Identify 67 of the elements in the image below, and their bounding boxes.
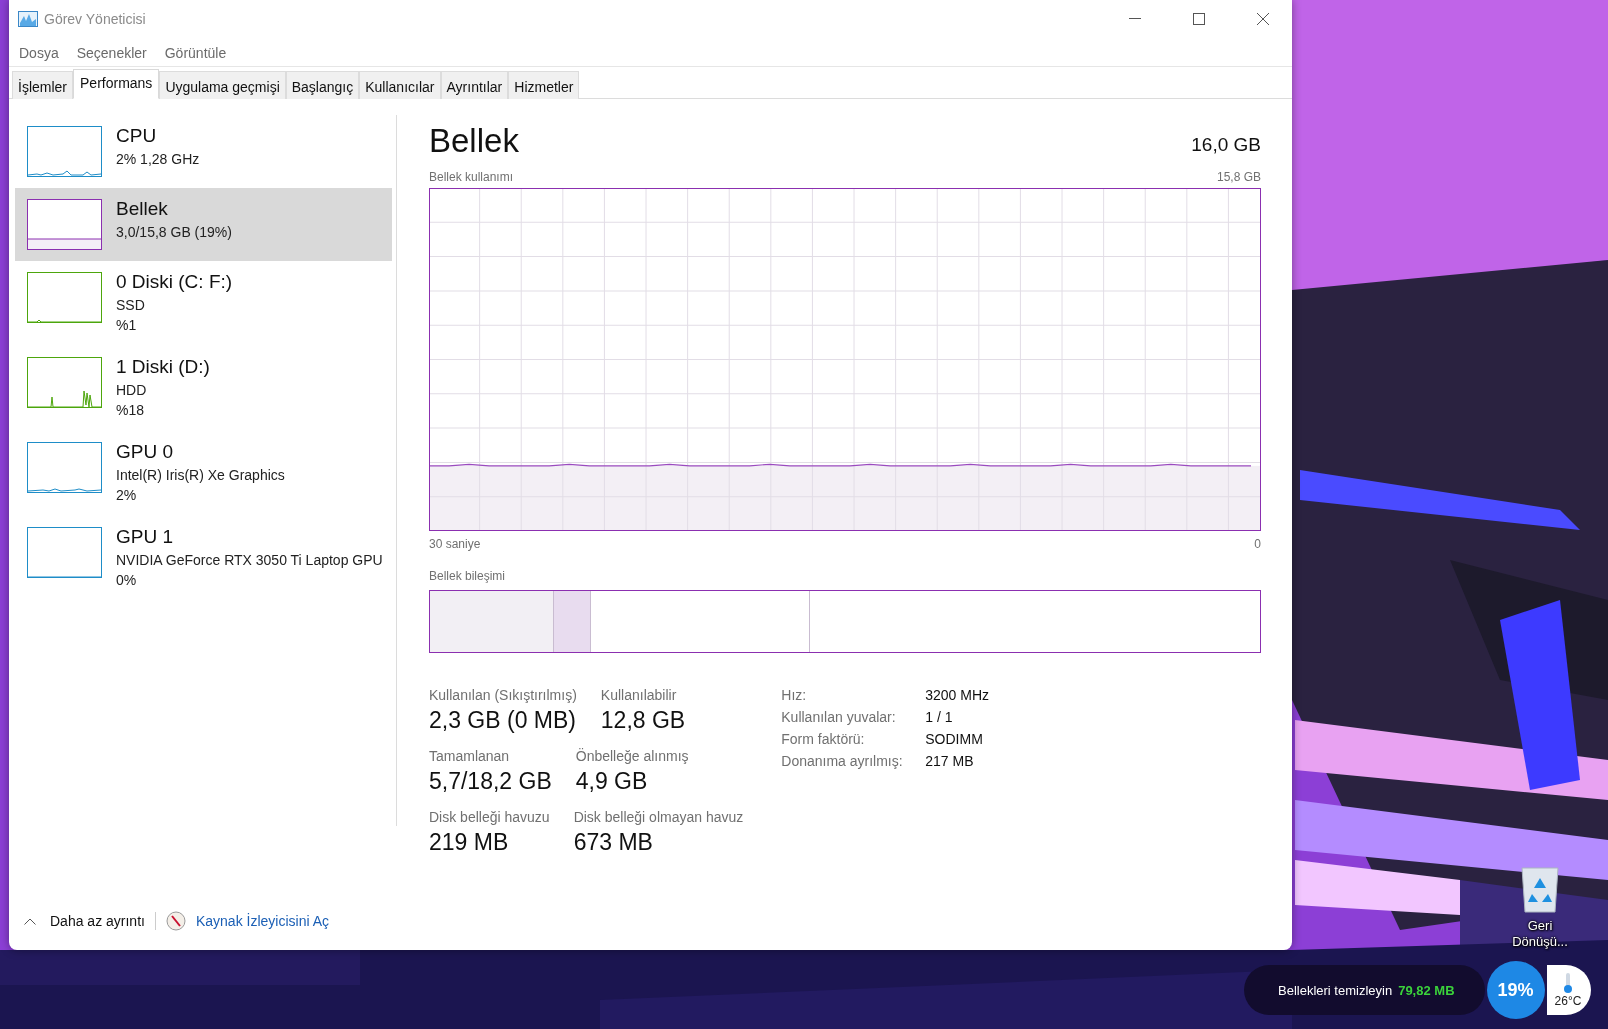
- resource-detail: SSD: [116, 296, 146, 315]
- resource-item[interactable]: GPU 1 NVIDIA GeForce RTX 3050 Ti Laptop GPU 0%: [15, 516, 392, 601]
- stat-value: 12,8 GB: [600, 707, 686, 734]
- resource-detail: HDD: [116, 381, 148, 400]
- total-memory: 16,0 GB: [1191, 134, 1261, 157]
- tab[interactable]: Kullanıcılar: [359, 71, 441, 99]
- resource-name: 0 Diski (C: F:): [116, 270, 233, 294]
- resource-name: Bellek: [116, 197, 169, 221]
- menu-item[interactable]: Görüntüle: [164, 45, 227, 61]
- stat-value: 2,3 GB (0 MB): [429, 707, 577, 734]
- axis-start-label: 30 saniye: [429, 537, 481, 551]
- resource-item[interactable]: Bellek 3,0/15,8 GB (19%): [15, 188, 392, 261]
- resource-detail: 3,0/15,8 GB (19%): [116, 223, 232, 242]
- detail-value: 3200 MHz: [925, 687, 990, 703]
- stat-label: Tamamlanan: [429, 748, 511, 764]
- detail-value: 217 MB: [925, 753, 975, 769]
- stat-value: 4,9 GB: [575, 768, 649, 795]
- resource-name: 1 Diski (D:): [116, 355, 210, 379]
- resource-detail: 2%: [116, 486, 138, 505]
- window-title: Görev Yöneticisi: [44, 11, 147, 27]
- detail-label: Kullanılan yuvalar:: [781, 709, 897, 725]
- stat-value: 219 MB: [429, 829, 510, 856]
- stat-value: 673 MB: [573, 829, 654, 856]
- resource-name: CPU: [116, 124, 158, 148]
- menu-item[interactable]: Dosya: [19, 45, 59, 61]
- resource-detail: %18: [116, 401, 146, 420]
- resource-item[interactable]: GPU 0 Intel(R) Iris(R) Xe Graphics 2%: [15, 431, 392, 516]
- axis-end-label: 0: [1254, 537, 1261, 551]
- caret-up-icon: [24, 917, 36, 925]
- chart-max-label: 15,8 GB: [1216, 170, 1261, 184]
- detail-label: Form faktörü:: [781, 731, 866, 747]
- detail-label: Hız:: [781, 687, 808, 703]
- stat-label: Disk belleği havuzu: [429, 809, 550, 825]
- tab[interactable]: Hizmetler: [508, 71, 580, 99]
- stat-label: Kullanılabilir: [600, 687, 678, 703]
- tab[interactable]: Uygulama geçmişi: [159, 71, 286, 99]
- detail-value: 1 / 1: [925, 709, 954, 725]
- resource-item[interactable]: CPU 2% 1,28 GHz: [15, 115, 392, 188]
- resource-item[interactable]: 0 Diski (C: F:) SSD %1: [15, 261, 392, 346]
- resource-detail: 0%: [116, 571, 138, 590]
- tab[interactable]: Performans: [73, 69, 160, 99]
- stat-value: 5,7/18,2 GB: [429, 768, 552, 795]
- resource-item[interactable]: 1 Diski (D:) HDD %18: [15, 346, 392, 431]
- resource-monitor-link[interactable]: Kaynak İzleyicisini Aç: [195, 913, 329, 929]
- close-icon: [1257, 13, 1269, 25]
- composition-label: Bellek bileşimi: [429, 569, 507, 583]
- resource-detail: NVIDIA GeForce RTX 3050 Ti Laptop GPU: [116, 551, 383, 570]
- tab[interactable]: Başlangıç: [285, 71, 360, 99]
- resource-detail: %1: [116, 316, 138, 335]
- chart-label: Bellek kullanımı: [429, 170, 514, 184]
- resource-detail: Intel(R) Iris(R) Xe Graphics: [116, 466, 285, 485]
- fewer-details-button[interactable]: Daha az ayrıntı: [24, 913, 145, 929]
- stat-label: Önbelleğe alınmış: [575, 748, 689, 764]
- app-icon: [18, 11, 38, 27]
- stat-label: Disk belleği olmayan havuz: [573, 809, 744, 825]
- resource-name: GPU 0: [116, 440, 175, 464]
- menu-item[interactable]: Seçenekler: [76, 45, 147, 61]
- tab[interactable]: Ayrıntılar: [440, 71, 509, 99]
- detail-label: Donanıma ayrılmış:: [781, 753, 904, 769]
- section-title: Bellek: [429, 122, 519, 160]
- maximize-icon: [1193, 13, 1205, 25]
- tab[interactable]: İşlemler: [12, 71, 73, 99]
- detail-value: SODIMM: [925, 731, 984, 747]
- minimize-icon: [1129, 18, 1141, 20]
- stat-label: Kullanılan (Sıkıştırılmış): [429, 687, 577, 703]
- resource-name: GPU 1: [116, 525, 175, 549]
- resource-detail: 2% 1,28 GHz: [116, 150, 200, 169]
